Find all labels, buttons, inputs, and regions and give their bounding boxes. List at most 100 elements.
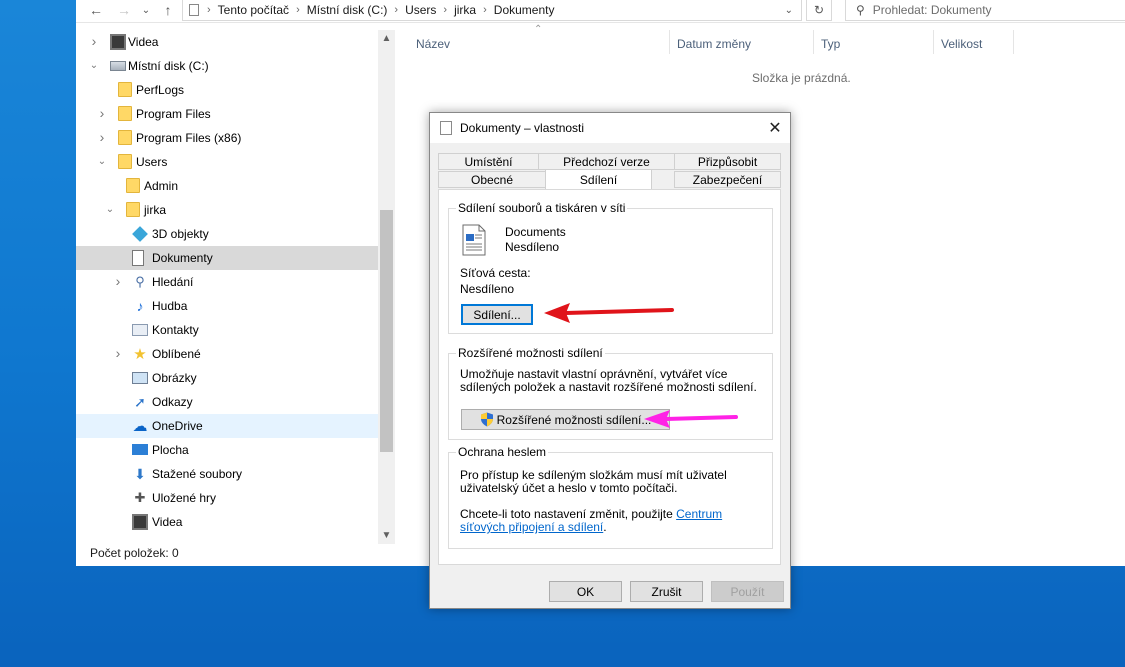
- nav-item[interactable]: ✚ Uložené hry: [76, 486, 378, 510]
- column-header-date[interactable]: Datum změny: [677, 30, 751, 58]
- nav-item[interactable]: Dokumenty: [76, 246, 378, 270]
- advanced-sharing-button[interactable]: Rozšířené možnosti sdílení...: [461, 409, 670, 430]
- search-placeholder: Prohledat: Dokumenty: [872, 3, 992, 17]
- dialog-titlebar[interactable]: Dokumenty – vlastnosti ✕: [430, 113, 790, 143]
- breadcrumb-item[interactable]: Tento počítač: [218, 3, 289, 17]
- tab-security[interactable]: Zabezpečení: [674, 171, 781, 188]
- folder-icon: [126, 202, 140, 217]
- chevron-right-icon[interactable]: ›: [443, 4, 447, 16]
- nav-item-label: Admin: [144, 179, 179, 193]
- column-header-type[interactable]: Typ: [821, 30, 840, 58]
- tab-general[interactable]: Obecné: [438, 171, 546, 188]
- network-path-value: Nesdíleno: [460, 282, 515, 296]
- scroll-up-icon[interactable]: ▲: [378, 30, 395, 47]
- navigation-scrollbar[interactable]: ▲ ▼: [378, 30, 395, 544]
- breadcrumb-item[interactable]: jirka: [454, 3, 476, 17]
- chevron-down-icon[interactable]: ⌄: [104, 204, 116, 215]
- nav-item[interactable]: › Program Files: [76, 102, 378, 126]
- column-header-size[interactable]: Velikost: [941, 30, 982, 58]
- nav-item[interactable]: Plocha: [76, 438, 378, 462]
- chevron-down-icon[interactable]: ⌄: [96, 156, 108, 167]
- address-dropdown-chevron-icon[interactable]: ⌄: [785, 5, 793, 16]
- column-divider[interactable]: [1013, 30, 1014, 54]
- column-divider[interactable]: [669, 30, 670, 54]
- column-divider[interactable]: [933, 30, 934, 54]
- folder-icon: [126, 178, 140, 193]
- chevron-right-icon[interactable]: ›: [296, 4, 300, 16]
- chevron-right-icon[interactable]: ›: [112, 273, 124, 289]
- tab-customize[interactable]: Přizpůsobit: [674, 153, 781, 170]
- nav-item[interactable]: 3D objekty: [76, 222, 378, 246]
- column-header-name[interactable]: Název: [416, 30, 450, 58]
- nav-item[interactable]: Admin: [76, 174, 378, 198]
- group-label: Ochrana heslem: [456, 445, 549, 459]
- network-path-label: Síťová cesta:: [460, 266, 531, 280]
- chevron-right-icon[interactable]: ›: [394, 4, 398, 16]
- chevron-right-icon: ›: [207, 4, 211, 16]
- nav-item[interactable]: Obrázky: [76, 366, 378, 390]
- magenta-annotation-arrow: [644, 410, 738, 428]
- chevron-right-icon[interactable]: ›: [483, 4, 487, 16]
- location-icon: [189, 4, 199, 16]
- close-icon[interactable]: ✕: [760, 113, 790, 143]
- contacts-icon: [132, 324, 148, 336]
- nav-item-label: OneDrive: [152, 419, 203, 433]
- document-icon: [462, 224, 486, 256]
- cancel-button[interactable]: Zrušit: [630, 581, 703, 602]
- nav-item[interactable]: › ⚲ Hledání: [76, 270, 378, 294]
- nav-item-label: Videa: [152, 515, 183, 529]
- nav-item[interactable]: PerfLogs: [76, 78, 378, 102]
- scrollbar-thumb[interactable]: [380, 210, 393, 452]
- period-text: .: [603, 520, 607, 534]
- nav-item[interactable]: ♪ Hudba: [76, 294, 378, 318]
- apply-button[interactable]: Použít: [711, 581, 784, 602]
- nav-item[interactable]: › Program Files (x86): [76, 126, 378, 150]
- shared-item-status: Nesdíleno: [505, 240, 560, 254]
- nav-item[interactable]: ☁ OneDrive: [76, 414, 378, 438]
- nav-item[interactable]: › ★ Oblíbené: [76, 342, 378, 366]
- nav-item[interactable]: Videa: [76, 510, 378, 534]
- chevron-right-icon[interactable]: ›: [96, 105, 108, 121]
- shared-item-name: Documents: [505, 225, 566, 239]
- recent-locations-chevron-icon[interactable]: ⌄: [136, 0, 156, 20]
- password-change-text: Chcete-li toto nastavení změnit, použijt…: [460, 507, 677, 521]
- nav-item-label: PerfLogs: [136, 83, 185, 97]
- chevron-right-icon[interactable]: ›: [96, 129, 108, 145]
- scroll-down-icon[interactable]: ▼: [378, 527, 395, 544]
- advanced-sharing-description: Umožňuje nastavit vlastní oprávnění, vyt…: [460, 367, 757, 394]
- column-divider[interactable]: [813, 30, 814, 54]
- chevron-down-icon[interactable]: ⌄: [88, 60, 100, 71]
- nav-item[interactable]: ⬇ Stažené soubory: [76, 462, 378, 486]
- forward-arrow-icon[interactable]: →: [114, 0, 134, 20]
- nav-item-label: Stažené soubory: [152, 467, 243, 481]
- chevron-right-icon[interactable]: ›: [112, 345, 124, 361]
- breadcrumb-item[interactable]: Users: [405, 3, 436, 17]
- drive-icon: [110, 61, 126, 71]
- breadcrumb-item[interactable]: Místní disk (C:): [307, 3, 388, 17]
- video-icon: [110, 34, 126, 50]
- back-arrow-icon[interactable]: ←: [86, 0, 106, 20]
- tab-previous-versions[interactable]: Předchozí verze: [538, 153, 675, 170]
- chevron-right-icon[interactable]: ›: [88, 33, 100, 49]
- share-button[interactable]: Sdílení...: [461, 304, 533, 325]
- folder-icon: [118, 82, 132, 97]
- tab-sharing[interactable]: Sdílení: [545, 169, 652, 189]
- breadcrumb[interactable]: › Tento počítač › Místní disk (C:) › Use…: [182, 0, 802, 21]
- pictures-icon: [132, 372, 148, 384]
- sharing-tab-panel: Sdílení souborů a tiskáren v síti Docume…: [438, 189, 781, 565]
- nav-item[interactable]: ⌄ Místní disk (C:): [76, 54, 378, 78]
- search-input[interactable]: ⚲ Prohledat: Dokumenty: [845, 0, 1125, 21]
- nav-item[interactable]: Kontakty: [76, 318, 378, 342]
- tab-location[interactable]: Umístění: [438, 153, 539, 170]
- breadcrumb-item[interactable]: Dokumenty: [494, 3, 555, 17]
- link-arrow-icon: ➚: [134, 393, 146, 410]
- nav-item[interactable]: ➚ Odkazy: [76, 390, 378, 414]
- up-arrow-icon[interactable]: ↑: [158, 0, 178, 20]
- nav-item-label: Oblíbené: [152, 347, 201, 361]
- nav-item[interactable]: ⌄ jirka: [76, 198, 378, 222]
- ok-button[interactable]: OK: [549, 581, 622, 602]
- nav-item[interactable]: ⌄ Users: [76, 150, 378, 174]
- refresh-icon[interactable]: ↻: [806, 0, 832, 21]
- nav-item-label: jirka: [144, 203, 167, 217]
- nav-item[interactable]: › Videa: [76, 30, 378, 54]
